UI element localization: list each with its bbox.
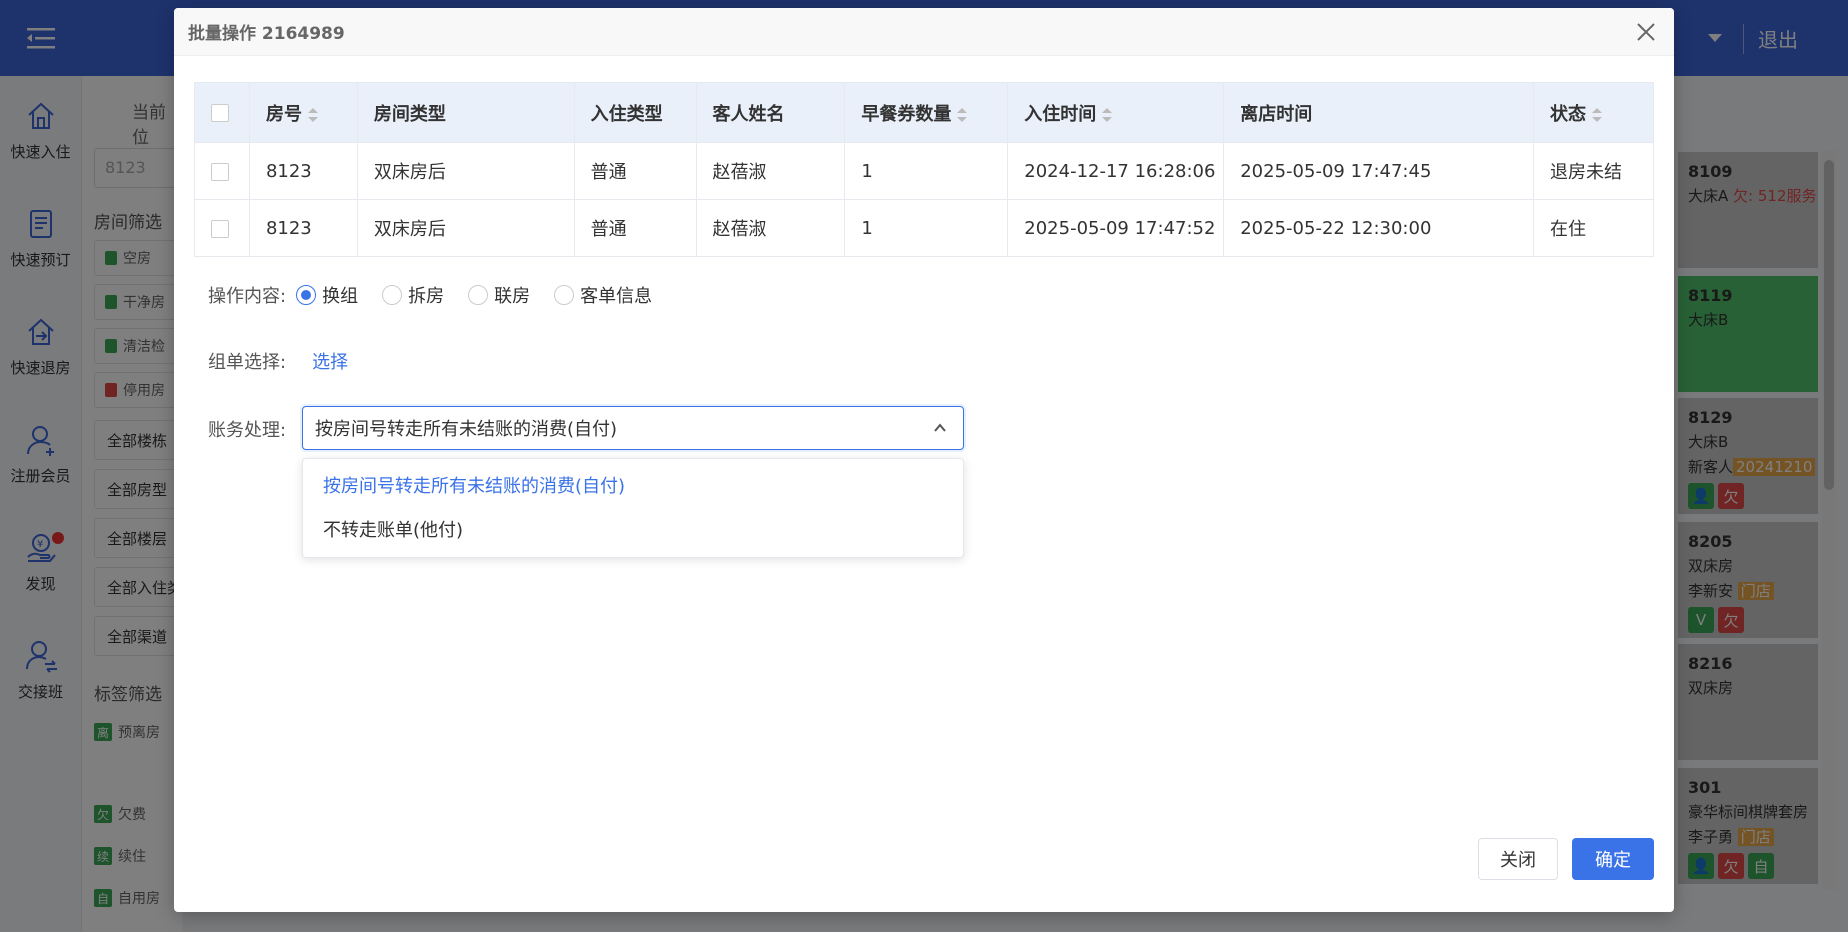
group-select-label: 组单选择:: [208, 352, 287, 373]
cell-checkin-type: 普通: [573, 199, 697, 257]
cell-room-type: 双床房后: [356, 199, 575, 257]
dialog-title: 批量操作 2164989: [188, 24, 345, 44]
close-icon[interactable]: [1630, 16, 1662, 48]
radio-label: 拆房: [408, 286, 445, 307]
table-row[interactable]: 8123 双床房后 普通 赵蓓淑 1 2025-05-09 17:47:52 2…: [194, 199, 1654, 257]
col-breakfast-count[interactable]: 早餐券数量: [844, 82, 1009, 143]
operation-row: 操作内容: 换组 拆房 联房 客单信息: [208, 282, 676, 308]
col-room-type: 房间类型: [356, 82, 575, 143]
operation-label: 操作内容:: [208, 286, 287, 307]
radio-label: 联房: [494, 286, 531, 307]
billing-row: 账务处理:: [208, 416, 286, 442]
batch-operation-dialog: 批量操作 2164989 房号 房间类型 入住类型 客人姓名 早餐券数量 入住时…: [174, 8, 1674, 912]
cell-status: 在住: [1533, 199, 1654, 257]
select-all-cell: [194, 82, 250, 143]
radio-button[interactable]: [468, 285, 489, 305]
col-guest-name: 客人姓名: [695, 82, 846, 143]
sort-icon[interactable]: [307, 107, 318, 122]
table-row[interactable]: 8123 双床房后 普通 赵蓓淑 1 2024-12-17 16:28:06 2…: [194, 142, 1654, 200]
cell-guest-name: 赵蓓淑: [695, 199, 846, 257]
cell-guest-name: 赵蓓淑: [695, 142, 846, 200]
billing-option-self-pay[interactable]: 按房间号转走所有未结账的消费(自付): [303, 463, 963, 507]
radio-button[interactable]: [296, 285, 317, 305]
billing-option-other-pay[interactable]: 不转走账单(他付): [303, 507, 963, 551]
col-status[interactable]: 状态: [1533, 82, 1654, 143]
col-checkout-time: 离店时间: [1223, 82, 1534, 143]
room-table: 房号 房间类型 入住类型 客人姓名 早餐券数量 入住时间 离店时间 状态 812…: [194, 82, 1654, 257]
row-select-cell: [194, 199, 250, 257]
billing-dropdown: 按房间号转走所有未结账的消费(自付) 不转走账单(他付): [302, 458, 964, 558]
table-header-row: 房号 房间类型 入住类型 客人姓名 早餐券数量 入住时间 离店时间 状态: [194, 82, 1654, 143]
cell-checkin-type: 普通: [573, 142, 697, 200]
cell-status: 退房未结: [1533, 142, 1654, 200]
radio-guest-info[interactable]: 客单信息: [554, 282, 652, 308]
billing-select-value: 按房间号转走所有未结账的消费(自付): [315, 419, 618, 440]
billing-select[interactable]: 按房间号转走所有未结账的消费(自付): [302, 406, 964, 450]
sort-icon[interactable]: [957, 107, 968, 122]
cell-checkout-time: 2025-05-22 12:30:00: [1223, 199, 1534, 257]
billing-label: 账务处理:: [208, 420, 287, 441]
dialog-header: 批量操作 2164989: [174, 8, 1674, 56]
radio-label: 换组: [322, 286, 359, 307]
radio-label: 客单信息: [580, 286, 653, 307]
col-checkin-type: 入住类型: [573, 82, 697, 143]
radio-button[interactable]: [382, 285, 403, 305]
cell-room-no: 8123: [248, 199, 358, 257]
row-checkbox[interactable]: [211, 162, 229, 181]
col-checkin-time[interactable]: 入住时间: [1007, 82, 1225, 143]
select-all-checkbox[interactable]: [211, 104, 229, 122]
select-group-link[interactable]: 选择: [312, 348, 348, 374]
sort-icon[interactable]: [1102, 107, 1113, 122]
cell-breakfast-count: 1: [844, 199, 1009, 257]
sort-icon[interactable]: [1592, 107, 1602, 122]
cell-checkin-time: 2024-12-17 16:28:06: [1007, 142, 1225, 200]
cell-room-type: 双床房后: [356, 142, 575, 200]
radio-button[interactable]: [554, 285, 575, 305]
row-checkbox[interactable]: [211, 219, 229, 238]
cell-checkout-time: 2025-05-09 17:47:45: [1223, 142, 1534, 200]
row-select-cell: [194, 142, 250, 200]
confirm-button[interactable]: 确定: [1572, 838, 1654, 880]
group-select-row: 组单选择: 选择: [208, 348, 348, 374]
cell-breakfast-count: 1: [844, 142, 1009, 200]
col-room-no[interactable]: 房号: [248, 82, 358, 143]
radio-change-group[interactable]: 换组: [296, 282, 358, 308]
radio-split-room[interactable]: 拆房: [382, 282, 444, 308]
cell-checkin-time: 2025-05-09 17:47:52: [1007, 199, 1225, 257]
chevron-up-icon: [934, 423, 946, 432]
close-button[interactable]: 关闭: [1478, 838, 1558, 880]
radio-link-room[interactable]: 联房: [468, 282, 530, 308]
cell-room-no: 8123: [248, 142, 358, 200]
